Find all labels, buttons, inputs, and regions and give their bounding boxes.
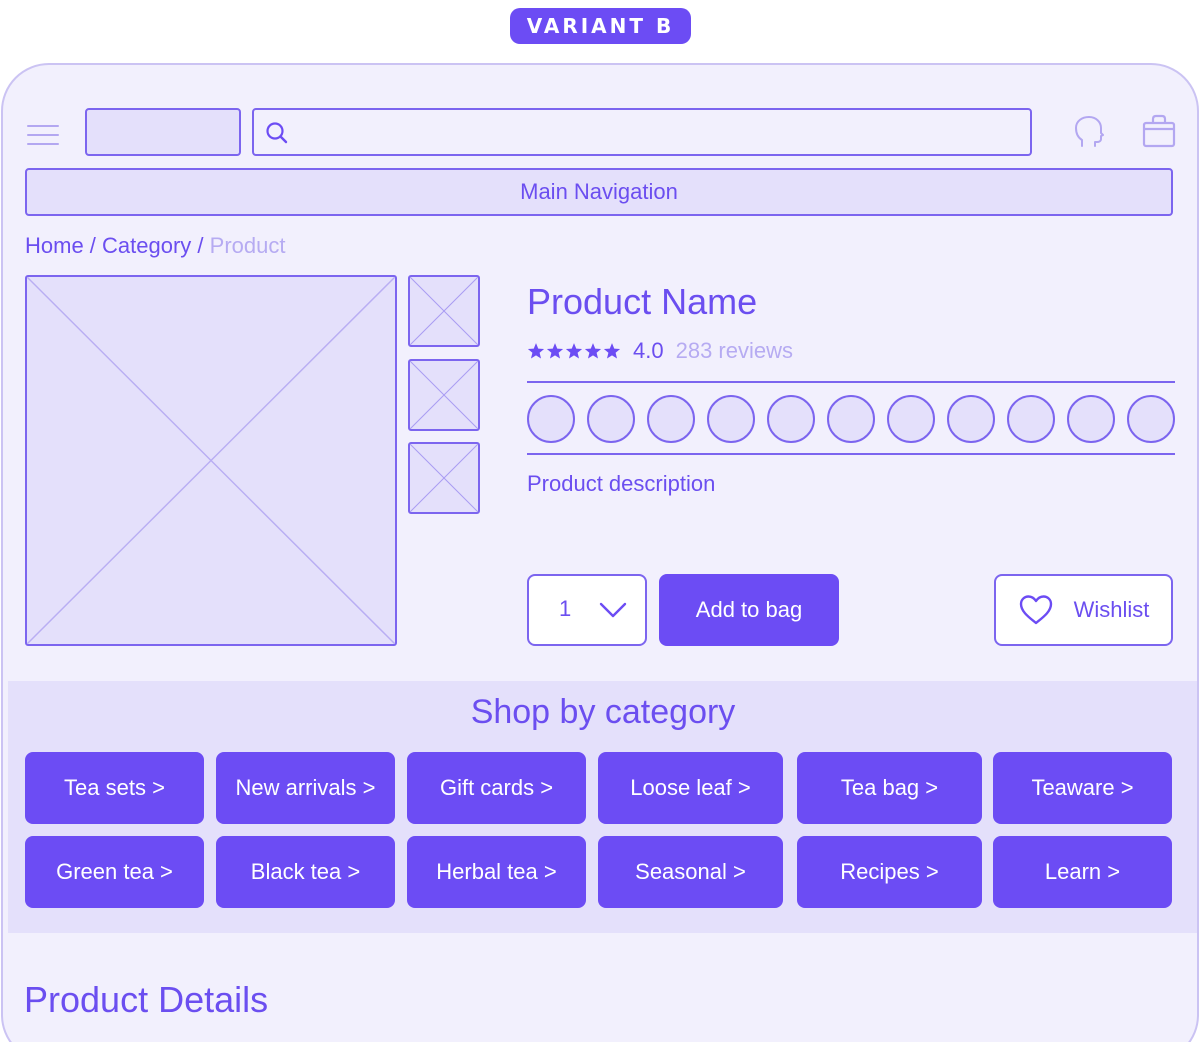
breadcrumb: Home / Category / Product — [25, 233, 285, 259]
reviews-link[interactable]: 283 reviews — [676, 338, 793, 364]
category-button[interactable]: Seasonal > — [598, 836, 783, 908]
category-button[interactable]: New arrivals > — [216, 752, 395, 824]
rating-stars — [527, 342, 621, 360]
quantity-value: 1 — [559, 596, 572, 621]
user-icon[interactable] — [1073, 115, 1105, 149]
wishlist-button[interactable]: Wishlist — [994, 574, 1173, 646]
color-swatch[interactable] — [767, 395, 815, 443]
product-title: Product Name — [527, 281, 758, 322]
image-placeholder-icon — [27, 277, 395, 644]
product-rating[interactable]: 4.0 283 reviews — [527, 337, 793, 365]
product-details-heading: Product Details — [24, 979, 269, 1020]
color-swatch[interactable] — [827, 395, 875, 443]
category-button[interactable]: Tea bag > — [797, 752, 982, 824]
product-description: Product description — [527, 471, 716, 496]
heart-icon — [1019, 595, 1052, 625]
category-button[interactable]: Black tea > — [216, 836, 395, 908]
hamburger-icon[interactable] — [27, 125, 59, 145]
product-thumbnail[interactable] — [408, 275, 480, 347]
breadcrumb-current: Product — [209, 233, 286, 258]
chevron-down-icon — [599, 602, 627, 618]
category-button[interactable]: Gift cards > — [407, 752, 586, 824]
add-to-bag-button[interactable]: Add to bag — [659, 574, 839, 646]
category-heading: Shop by category — [470, 693, 736, 731]
star-icon — [546, 343, 564, 359]
star-icon — [565, 343, 583, 359]
variant-badge: VARIANT B — [510, 8, 691, 44]
category-button[interactable]: Tea sets > — [25, 752, 204, 824]
breadcrumb-separator: / — [83, 233, 103, 258]
color-swatch[interactable] — [527, 395, 575, 443]
color-swatch[interactable] — [587, 395, 635, 443]
category-section: Shop by category Tea sets > New arrivals … — [8, 681, 1197, 933]
product-main-image[interactable] — [25, 275, 397, 646]
color-swatch[interactable] — [1127, 395, 1175, 443]
quantity-select[interactable]: 1 — [527, 574, 647, 646]
rating-value: 4.0 — [633, 338, 664, 363]
category-button[interactable]: Green tea > — [25, 836, 204, 908]
color-swatch[interactable] — [887, 395, 935, 443]
color-swatch[interactable] — [1067, 395, 1115, 443]
category-button[interactable]: Herbal tea > — [407, 836, 586, 908]
color-swatch[interactable] — [707, 395, 755, 443]
divider — [527, 453, 1175, 455]
star-icon — [527, 343, 545, 359]
color-swatch[interactable] — [1007, 395, 1055, 443]
category-button[interactable]: Recipes > — [797, 836, 982, 908]
star-icon — [584, 343, 602, 359]
main-navigation[interactable]: Main Navigation — [25, 168, 1173, 216]
product-thumbnail[interactable] — [408, 442, 480, 514]
swatch-list — [527, 395, 1175, 443]
breadcrumb-separator: / — [191, 233, 210, 258]
category-button[interactable]: Loose leaf > — [598, 752, 783, 824]
product-thumbnail[interactable] — [408, 359, 480, 431]
category-button[interactable]: Teaware > — [993, 752, 1172, 824]
search-input[interactable] — [252, 108, 1032, 156]
logo-placeholder[interactable] — [85, 108, 241, 156]
image-placeholder-icon — [410, 277, 478, 345]
breadcrumb-home[interactable]: Home — [25, 233, 84, 258]
category-button[interactable]: Learn > — [993, 836, 1172, 908]
bag-icon[interactable] — [1141, 113, 1177, 149]
color-swatch[interactable] — [947, 395, 995, 443]
divider — [527, 381, 1175, 383]
image-placeholder-icon — [410, 361, 478, 429]
breadcrumb-category[interactable]: Category — [102, 233, 191, 258]
star-icon — [603, 343, 621, 359]
color-swatch[interactable] — [647, 395, 695, 443]
device-frame: Main Navigation Home / Category / Produc… — [1, 63, 1199, 1042]
wishlist-label: Wishlist — [1073, 597, 1150, 622]
search-icon — [266, 122, 288, 144]
image-placeholder-icon — [410, 444, 478, 512]
